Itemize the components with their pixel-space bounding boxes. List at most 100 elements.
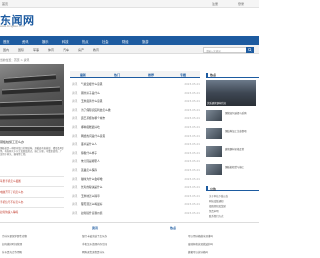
register-link[interactable]: 注册 [212,2,218,6]
tab-recommend[interactable]: 推荐 [148,73,154,77]
news-tabs: 最新 热门 推荐 专题 [70,71,200,78]
tab-hot[interactable]: 热门 [114,73,120,77]
nav-item[interactable]: 科技 [62,39,69,44]
news-date: 2023-05-01 [184,202,200,207]
search-input[interactable]: 请输入关键词 [203,47,251,53]
news-date: 2023-05-01 [184,185,200,190]
bottom-link[interactable]: 网购退货流程是什么 [82,250,105,254]
bottom-section-label: 资讯 [92,226,99,230]
right-section-header: 热点 [206,71,259,78]
notice-title: 公告 [210,186,217,191]
left-link[interactable]: 手机信号不好怎么办 [0,200,23,204]
news-title: 为了保障农民利益怎么做 [81,107,111,112]
news-list-item[interactable]: 资讯 猕猴什么样子 2023-05-01 [72,151,200,157]
news-date: 2023-05-01 [184,193,200,198]
tab-latest[interactable]: 最新 [80,73,86,77]
nav-item[interactable]: 旅游 [142,39,149,44]
news-title: 如何提升自我价值 [81,211,103,215]
news-list-item[interactable]: 资讯 气候变暖什么意思 2023-05-01 [72,82,200,88]
news-list-item[interactable]: 资讯 如何提升自我价值 2023-05-01 [72,211,200,217]
top-home-link[interactable]: 首页 [2,2,8,6]
left-link[interactable]: 电脑开不了机怎么办 [0,190,23,194]
left-link[interactable]: 苹果手机怎么截图 [0,179,21,183]
notice-header: 公告 [206,185,259,191]
news-list-item[interactable]: 资讯 葡萄酒怎么喝最好 2023-05-01 [72,202,200,208]
news-list-item[interactable]: 资讯 钢丝扣子是什么 2023-05-01 [72,91,200,97]
news-list-item[interactable]: 资讯 网络热词是什么意思 2023-05-01 [72,134,200,140]
news-list-item[interactable]: 资讯 长寿的秘诀是什么 2023-05-01 [72,185,200,191]
right-list-item[interactable]: 建筑钢材价格走势 [206,146,259,158]
news-date: 2023-05-01 [184,99,200,104]
news-list-item[interactable]: 资讯 莲藕怎么保存 2023-05-01 [72,168,200,174]
subnav-item[interactable]: 房产 [78,48,84,52]
news-category: 资讯 [72,193,78,198]
right-list-item[interactable]: 钢管如何选择与采购 [206,110,259,122]
subnav-item[interactable]: 汽车 [63,48,69,52]
news-list-item[interactable]: 资讯 霸王茶姬在哪个城市 2023-05-01 [72,116,200,122]
nav-item[interactable]: 社会 [102,39,109,44]
right-featured-caption: 优质建筑钢材供应 [207,102,227,105]
news-date: 2023-05-01 [184,82,200,86]
news-title: 董卓是什么人 [81,142,98,147]
bottom-link[interactable]: 银行卡被冻结了怎么办 [82,234,107,238]
news-title: 哪种蛋糕最好吃 [81,125,100,129]
nav-item[interactable]: 财经 [122,39,129,44]
tab-topics[interactable]: 专题 [180,73,186,77]
news-list-item[interactable]: 资讯 猫咪为什么会呼噜 2023-05-01 [72,177,200,183]
notice-item[interactable]: 网站改版通知 [209,199,223,203]
news-title: 朱元璋是哪里人 [81,159,100,164]
news-list-item[interactable]: 资讯 为了保障农民利益怎么做 2023-05-01 [72,108,200,114]
news-list-item[interactable]: 资讯 玉米地怎么除草 2023-05-01 [72,194,200,200]
featured-image[interactable] [0,64,64,136]
notice-item[interactable]: 联系我们方式 [209,214,223,218]
bottom-link[interactable]: 手机怎么清理内存空间 [82,242,107,246]
login-link[interactable]: 登录 [238,2,244,6]
news-category: 资讯 [72,185,78,190]
news-date: 2023-05-01 [184,133,200,138]
bottom-link[interactable]: 如何做好时间管理 [2,242,22,246]
search-button[interactable] [246,47,254,53]
subnav-item[interactable]: 国际 [18,48,24,52]
nav-item[interactable]: 热点 [82,39,89,44]
notice-item[interactable]: 关于本站下线公告 [209,194,228,198]
news-list-item[interactable]: 资讯 哪种蛋糕最好吃 2023-05-01 [72,125,200,131]
left-link[interactable]: 如何快速入睡呢 [0,210,18,214]
news-category: 资讯 [72,116,78,121]
bottom-section-label: 热点 [170,226,177,230]
news-title: 钢丝扣子是什么 [81,90,100,95]
news-list-item[interactable]: 资讯 朱元璋是哪里人 2023-05-01 [72,159,200,165]
subnav-item[interactable]: 国内 [3,48,9,52]
news-date: 2023-05-01 [184,168,200,172]
news-title: 玉米蛋黄什么意思 [81,99,103,104]
subnav-item[interactable]: 体育 [48,48,54,52]
nav-item[interactable]: 资讯 [22,39,29,44]
nav-item[interactable]: 首页 [3,39,10,44]
news-date: 2023-05-01 [184,150,200,155]
subnav-item[interactable]: 军事 [33,48,39,52]
news-title: 气候变暖什么意思 [81,82,103,86]
bottom-link[interactable]: 什么是光合作用呢 [2,250,22,254]
right-featured-image[interactable]: 优质建筑钢材供应 [206,80,256,106]
news-list-item[interactable]: 资讯 玉米蛋黄什么意思 2023-05-01 [72,99,200,105]
bottom-link[interactable]: 为什么要保护野生动物 [2,234,27,238]
news-title: 猕猴什么样子 [81,150,98,155]
news-category: 资讯 [72,107,78,112]
news-category: 资讯 [72,150,78,155]
right-section-title: 热点 [210,72,217,77]
main-nav: 首页 资讯 娱乐 科技 热点 社会 财经 旅游 [0,36,259,45]
notice-item[interactable]: 免责声明 [209,209,219,213]
news-category: 资讯 [72,159,78,164]
bottom-link[interactable]: 蜂蜜可以放冰箱吗 [188,250,208,254]
notice-item[interactable]: 投稿须知及奖励 [209,204,226,208]
subnav-item[interactable]: 教育 [93,48,99,52]
right-list-item[interactable]: 钢板桩租赁与施工 [206,164,259,176]
right-list-item[interactable]: 钢结构加工注意事项 [206,128,259,140]
featured-title[interactable]: 钢板桩施工怎么办 [0,140,24,144]
news-list-item[interactable]: 资讯 董卓是什么人 2023-05-01 [72,142,200,148]
bottom-link[interactable]: 玻璃杯能放进微波炉吗 [188,242,213,246]
news-title: 猫咪为什么会呼噜 [81,176,103,181]
news-category: 资讯 [72,142,78,147]
nav-item[interactable]: 娱乐 [42,39,49,44]
news-title: 莲藕怎么保存 [81,168,98,172]
bottom-link[interactable]: 可以用冰箱做冰淇淋吗 [188,234,213,238]
